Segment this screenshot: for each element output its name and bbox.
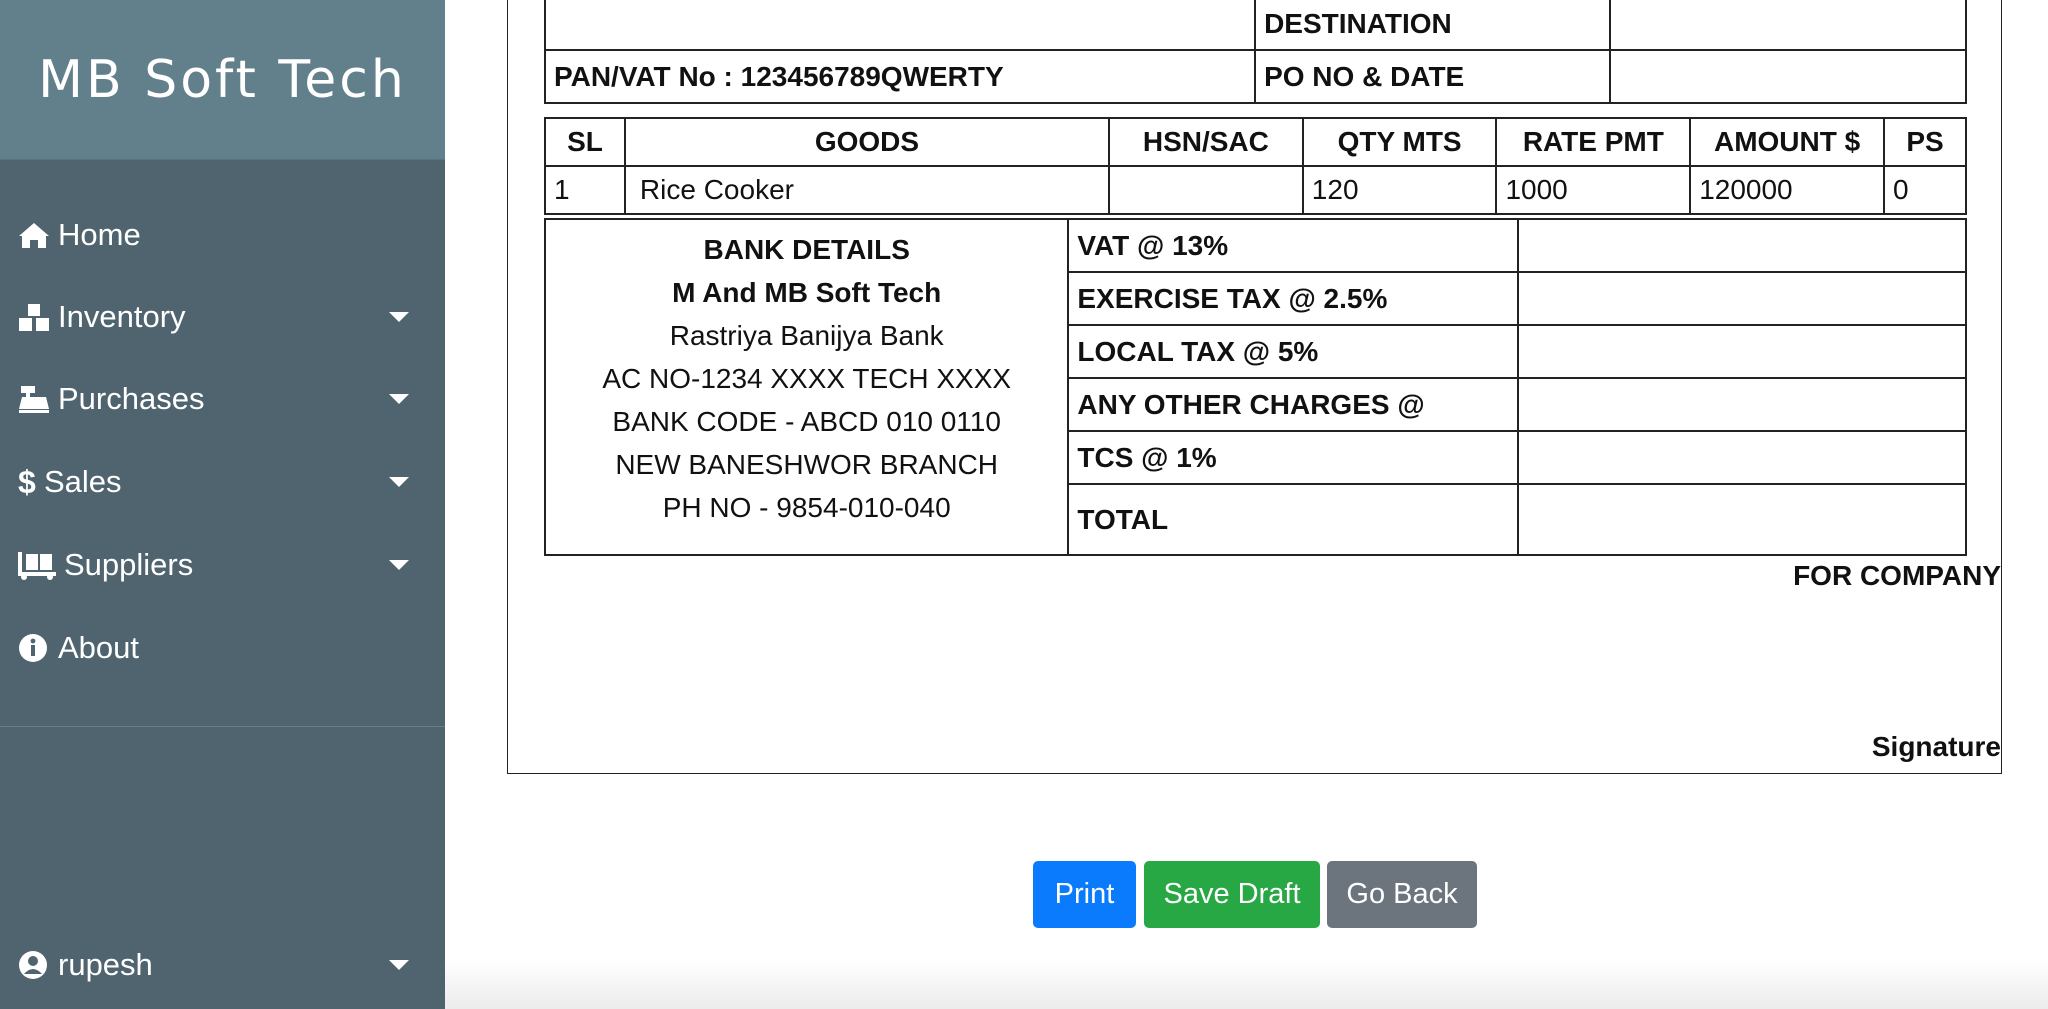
item-ps: 0 (1883, 165, 1967, 215)
column-header: AMOUNT $ (1689, 117, 1886, 167)
brand-title[interactable]: MB Soft Tech (38, 50, 407, 110)
items-table: SL GOODS HSN/SAC QTY MTS RATE PMT AMOUNT… (544, 117, 1967, 215)
dolly-icon (18, 548, 58, 582)
total-value (1516, 483, 1968, 556)
tax-value (1516, 324, 1968, 379)
po-label: PO NO & DATE (1254, 49, 1611, 104)
total-label: TOTAL (1067, 483, 1519, 556)
item-amount: 120000 (1689, 165, 1886, 215)
window-bottom-shadow (445, 960, 2048, 1009)
tax-label: VAT @ 13% (1067, 218, 1519, 273)
sidebar-item-suppliers[interactable]: Suppliers (0, 535, 445, 595)
bank-phone: PH NO - 9854-010-040 (662, 492, 951, 523)
home-icon (18, 218, 52, 252)
user-name: rupesh (58, 947, 153, 982)
destination-label: DESTINATION (1254, 0, 1611, 51)
chevron-down-icon (389, 394, 409, 404)
brand-header: MB Soft Tech (0, 0, 445, 160)
sidebar-item-label: Sales (44, 464, 122, 499)
bank-tax-table: BANK DETAILS M And MB Soft Tech Rastriya… (543, 218, 1968, 556)
item-rate: 1000 (1495, 165, 1692, 215)
account-number: AC NO-1234 XXXX TECH XXXX (602, 363, 1012, 394)
save-draft-button[interactable]: Save Draft (1144, 861, 1320, 928)
tax-value (1516, 271, 1968, 326)
item-hsn (1107, 165, 1304, 215)
chevron-down-icon (389, 560, 409, 570)
signature-label: Signature (1871, 731, 2001, 762)
bank-branch: NEW BANESHWOR BRANCH (615, 449, 999, 480)
column-header: QTY MTS (1301, 117, 1498, 167)
chevron-down-icon (389, 960, 409, 970)
items-header-row: SL GOODS HSN/SAC QTY MTS RATE PMT AMOUNT… (544, 117, 1967, 167)
cash-register-icon (18, 382, 52, 416)
tax-label: LOCAL TAX @ 5% (1067, 324, 1519, 379)
column-header: HSN/SAC (1107, 117, 1304, 167)
invoice-header-table: DESTINATION PAN/VAT No : 123456789QWERTY… (543, 0, 1968, 104)
column-header: RATE PMT (1495, 117, 1692, 167)
sidebar-item-home[interactable]: Home (0, 205, 445, 265)
po-value (1608, 49, 1968, 104)
table-row: 1 Rice Cooker 120 1000 120000 0 (544, 165, 1967, 215)
column-header: SL (544, 117, 626, 167)
pan-vat-number: PAN/VAT No : 123456789QWERTY (543, 49, 1257, 104)
tax-value (1516, 218, 1968, 273)
blank-cell (543, 0, 1257, 51)
info-icon (18, 631, 52, 665)
print-button[interactable]: Print (1033, 861, 1136, 928)
sidebar-item-label: Home (58, 217, 141, 252)
sidebar-item-purchases[interactable]: Purchases (0, 369, 445, 429)
sidebar-item-sales[interactable]: $ Sales (0, 452, 445, 512)
sidebar-user-menu[interactable]: rupesh (0, 935, 445, 995)
boxes-icon (18, 300, 52, 334)
column-header: GOODS (623, 117, 1110, 167)
bank-code: BANK CODE - ABCD 010 0110 (612, 406, 1001, 437)
bank-details: BANK DETAILS M And MB Soft Tech Rastriya… (543, 218, 1070, 556)
column-header: PS (1883, 117, 1967, 167)
sidebar-item-about[interactable]: About (0, 618, 445, 678)
for-company-label: FOR COMPANY (1793, 560, 2001, 591)
go-back-button[interactable]: Go Back (1327, 861, 1477, 928)
tax-value (1516, 377, 1968, 432)
sidebar-item-label: Inventory (58, 299, 186, 334)
item-sl: 1 (544, 165, 626, 215)
tax-label: TCS @ 1% (1067, 430, 1519, 485)
sidebar-divider (0, 726, 445, 727)
sidebar-item-label: About (58, 630, 140, 665)
tax-value (1516, 430, 1968, 485)
item-goods: Rice Cooker (623, 165, 1110, 215)
tax-label: EXERCISE TAX @ 2.5% (1067, 271, 1519, 326)
sidebar-item-label: Purchases (58, 381, 205, 416)
chevron-down-icon (389, 477, 409, 487)
destination-value (1608, 0, 1968, 51)
company-name: M And MB Soft Tech (672, 277, 942, 308)
tax-label: ANY OTHER CHARGES @ (1067, 377, 1519, 432)
bank-heading: BANK DETAILS (703, 234, 910, 265)
user-circle-icon (18, 948, 52, 982)
dollar-icon: $ (18, 463, 36, 500)
chevron-down-icon (389, 312, 409, 322)
sidebar: MB Soft Tech Home Inventory Purchases $ … (0, 0, 445, 1009)
sidebar-item-inventory[interactable]: Inventory (0, 287, 445, 347)
sidebar-item-label: Suppliers (64, 547, 194, 582)
bank-name: Rastriya Banijya Bank (669, 320, 944, 351)
item-qty: 120 (1301, 165, 1498, 215)
